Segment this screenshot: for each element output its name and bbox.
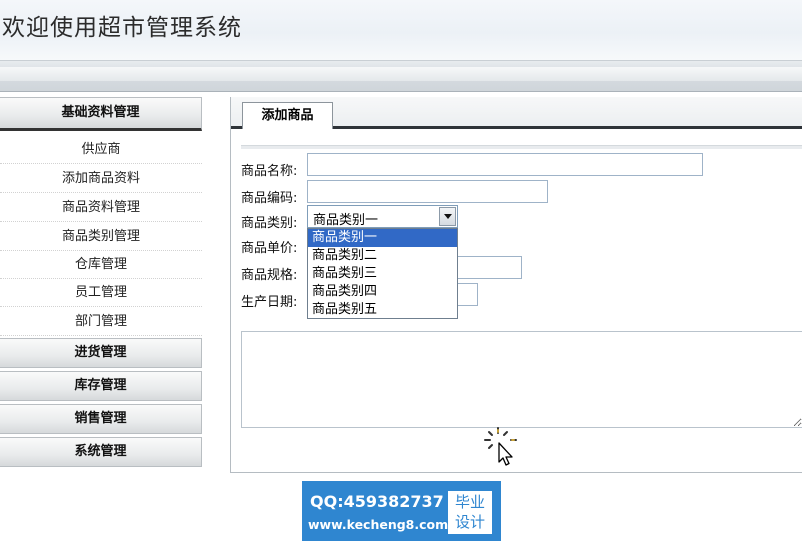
product-code-label: 商品编码: [241,191,298,206]
product-name-input[interactable] [307,153,703,176]
production-date-label: 生产日期: [241,295,298,310]
tab-add-product[interactable]: 添加商品 [242,102,333,129]
product-code-input[interactable] [307,180,548,203]
sidebar-item-add-product[interactable]: 添加商品资料 [0,164,202,193]
category-option[interactable]: 商品类别五 [308,301,457,319]
sidebar: 基础资料管理 供应商 添加商品资料 商品资料管理 商品类别管理 仓库管理 员工管… [0,97,202,472]
sidebar-section-sales[interactable]: 销售管理 [0,404,202,434]
category-option[interactable]: 商品类别一 [308,229,457,247]
app-header: 欢迎使用超市管理系统 [0,0,802,60]
tab-strip: 添加商品 [231,97,802,129]
product-spec-label: 商品规格: [241,268,298,283]
header-toolbar [0,60,802,92]
product-name-label: 商品名称: [241,164,298,179]
product-category-label: 商品类别: [241,216,298,231]
sidebar-item-supplier[interactable]: 供应商 [0,135,202,164]
category-option[interactable]: 商品类别三 [308,265,457,283]
category-selected-value: 商品类别一 [313,213,379,228]
sidebar-section-inventory[interactable]: 库存管理 [0,371,202,401]
product-price-label: 商品单价: [241,241,298,256]
loading-cursor-icon [484,426,520,470]
watermark-banner: QQ:459382737 www.kecheng8.com 毕业 设计 [302,481,501,541]
header-toolbar-highlight [0,67,802,81]
watermark-site: www.kecheng8.com [308,517,449,532]
product-category-select[interactable]: 商品类别一 [307,205,458,228]
category-option[interactable]: 商品类别四 [308,283,457,301]
sidebar-item-category-management[interactable]: 商品类别管理 [0,222,202,251]
sidebar-item-employee[interactable]: 员工管理 [0,278,202,307]
sidebar-item-warehouse[interactable]: 仓库管理 [0,250,202,279]
panel-divider [241,145,802,149]
sidebar-section-basic-data[interactable]: 基础资料管理 [0,97,202,131]
watermark-qq: QQ:459382737 [310,492,444,511]
sidebar-section-purchase[interactable]: 进货管理 [0,338,202,368]
sidebar-item-product-management[interactable]: 商品资料管理 [0,193,202,222]
sidebar-item-department[interactable]: 部门管理 [0,307,202,336]
watermark-badge: 毕业 设计 [448,491,492,534]
category-dropdown-list[interactable]: 商品类别一 商品类别二 商品类别三 商品类别四 商品类别五 [307,228,458,319]
watermark-badge-line2: 设计 [454,513,485,531]
chevron-down-icon[interactable] [439,207,456,226]
sidebar-section-system[interactable]: 系统管理 [0,437,202,467]
app-title: 欢迎使用超市管理系统 [2,15,242,41]
watermark-badge-line1: 毕业 [454,493,485,511]
notes-textarea[interactable] [241,331,802,428]
category-option[interactable]: 商品类别二 [308,247,457,265]
